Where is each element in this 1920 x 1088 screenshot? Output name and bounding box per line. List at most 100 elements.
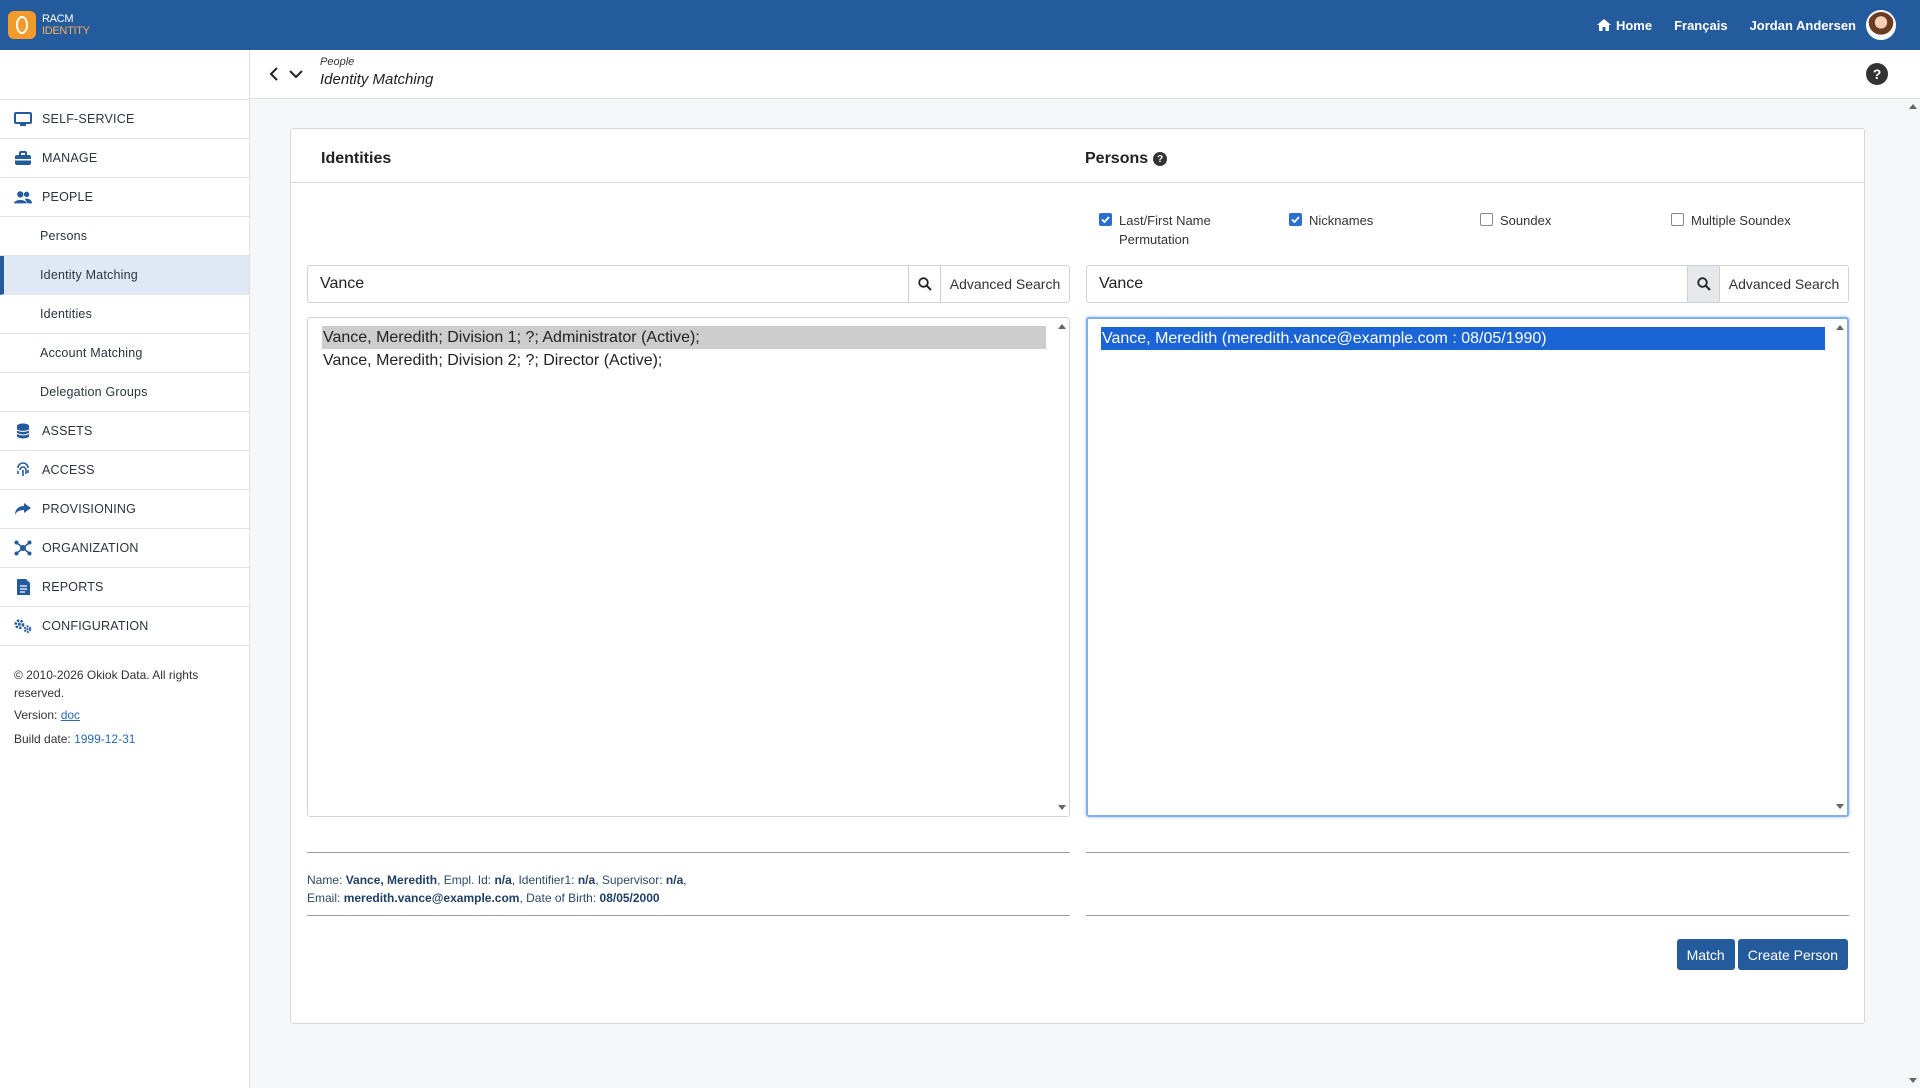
divider [1086,915,1849,916]
detail-label: Identifier1: [518,873,575,887]
sidebar-item-access[interactable]: ACCESS [0,451,249,490]
sidebar-item-reports[interactable]: REPORTS [0,568,249,607]
toolbox-icon [14,150,32,166]
persons-help-icon[interactable]: ? [1153,152,1168,166]
detail-label: Date of Birth: [526,891,597,905]
page-scrollbar[interactable] [1906,99,1920,1088]
list-scrollbar[interactable] [1835,323,1845,811]
detail-value: n/a [665,873,684,887]
identities-list[interactable]: Vance, Meredith; Division 1; ?; Administ… [307,317,1070,817]
sidebar-item-label: Account Matching [40,346,143,360]
detail-value: n/a [494,873,512,887]
detail-value: Vance, Meredith [345,873,438,887]
match-options: Last/First Name Permutation Nicknames So… [1099,211,1859,251]
sidebar-footer: © 2010-2026 Okiok Data. All rights reser… [0,646,249,768]
detail-value: meredith.vance@example.com [343,891,520,905]
users-icon [14,189,32,205]
detail-label: Name: [307,873,343,887]
page-title: Identity Matching [320,71,434,88]
home-link[interactable]: Home [1596,17,1653,33]
persons-search: Advanced Search [1086,265,1849,303]
database-icon [14,423,32,439]
sidebar-item-label: ORGANIZATION [42,541,139,555]
list-scrollbar[interactable] [1057,322,1067,812]
identity-details: Name: Vance, Meredith, Empl. Id: n/a, Id… [307,873,687,905]
back-arrow-icon[interactable] [268,66,280,82]
divider [307,852,1070,853]
permutation-checkbox[interactable]: Last/First Name Permutation [1099,211,1229,249]
language-link[interactable]: Français [1674,18,1727,33]
identity-matching-panel: Identities Persons ? Last/First Name Per… [290,128,1865,1024]
multiple-soundex-label: Multiple Soundex [1691,213,1791,228]
home-label: Home [1615,17,1653,33]
persons-search-button[interactable] [1687,266,1719,302]
user-menu[interactable]: Jordan Andersen [1750,18,1856,33]
checkbox-checked-icon [1289,213,1302,226]
sidebar-item-account-matching[interactable]: Account Matching [0,334,249,373]
help-icon[interactable]: ? [1866,63,1888,85]
detail-label: Email: [307,891,341,905]
list-item[interactable]: Vance, Meredith (meredith.vance@example.… [1101,327,1825,350]
share-icon [14,501,32,517]
detail-value: 08/05/2000 [599,891,660,905]
sidebar-item-label: SELF-SERVICE [42,112,135,126]
multiple-soundex-checkbox[interactable]: Multiple Soundex [1671,211,1791,230]
identities-search-button[interactable] [908,266,940,302]
permutation-label: Last/First Name Permutation [1119,213,1211,247]
home-icon [1596,19,1611,31]
sidebar-item-label: PEOPLE [42,190,94,204]
sidebar-item-identity-matching[interactable]: Identity Matching [0,256,249,295]
sidebar-item-label: CONFIGURATION [42,619,149,633]
top-bar: RACM IDENTITY Home Français Jordan Ander… [0,0,1920,50]
sidebar-item-assets[interactable]: ASSETS [0,412,249,451]
copyright-text: © 2010-2026 Okiok Data. All rights reser… [14,668,199,700]
sidebar-item-people[interactable]: PEOPLE [0,178,249,217]
identities-search-input[interactable] [308,266,908,302]
divider [1086,852,1849,853]
create-person-button[interactable]: Create Person [1737,939,1848,970]
breadcrumb-parent[interactable]: People [320,56,433,68]
sidebar-item-delegation-groups[interactable]: Delegation Groups [0,373,249,412]
detail-label: Empl. Id: [443,873,492,887]
sidebar-item-identities[interactable]: Identities [0,295,249,334]
sidebar-item-label: ASSETS [42,424,93,438]
nicknames-checkbox[interactable]: Nicknames [1289,211,1373,230]
sidebar-item-persons[interactable]: Persons [0,217,249,256]
version-link[interactable]: doc [61,708,80,722]
app-logo[interactable]: RACM IDENTITY [8,11,90,39]
sidebar-item-self-service[interactable]: SELF-SERVICE [0,100,249,139]
persons-list[interactable]: Vance, Meredith (meredith.vance@example.… [1086,317,1849,817]
search-icon [1696,277,1711,291]
sidebar-item-label: Delegation Groups [40,385,148,399]
list-item[interactable]: Vance, Meredith; Division 1; ?; Administ… [322,326,1046,349]
sidebar-item-label: ACCESS [42,463,95,477]
persons-heading: Persons [1085,150,1149,167]
sidebar-item-provisioning[interactable]: PROVISIONING [0,490,249,529]
build-label: Build date: [14,732,71,746]
soundex-checkbox[interactable]: Soundex [1480,211,1551,230]
sidebar-item-label: Identity Matching [40,268,138,282]
identities-advanced-search-button[interactable]: Advanced Search [940,266,1069,302]
sidebar-item-configuration[interactable]: CONFIGURATION [0,607,249,646]
avatar[interactable] [1866,10,1896,40]
sidebar: SELF-SERVICE MANAGE PEOPLE Persons Ident… [0,50,250,1088]
detail-label: Supervisor: [601,873,663,887]
network-icon [14,540,32,556]
sidebar-item-label: Identities [40,307,93,321]
sidebar-item-label: MANAGE [42,151,98,165]
sidebar-item-manage[interactable]: MANAGE [0,139,249,178]
logo-line1: RACM [42,13,74,25]
persons-search-input[interactable] [1087,266,1687,302]
chevron-down-icon[interactable] [288,66,304,82]
sidebar-item-organization[interactable]: ORGANIZATION [0,529,249,568]
list-item[interactable]: Vance, Meredith; Division 2; ?; Director… [322,349,1046,372]
identities-search: Advanced Search [307,265,1070,303]
fingerprint-icon [14,462,32,478]
persons-advanced-search-button[interactable]: Advanced Search [1719,266,1848,302]
sidebar-item-label: PROVISIONING [42,502,137,516]
sidebar-item-label: Persons [40,229,88,243]
match-button[interactable]: Match [1676,939,1735,970]
sidebar-item-label: REPORTS [42,580,104,594]
nicknames-label: Nicknames [1309,213,1374,228]
breadcrumb: People Identity Matching ? [250,50,1920,99]
